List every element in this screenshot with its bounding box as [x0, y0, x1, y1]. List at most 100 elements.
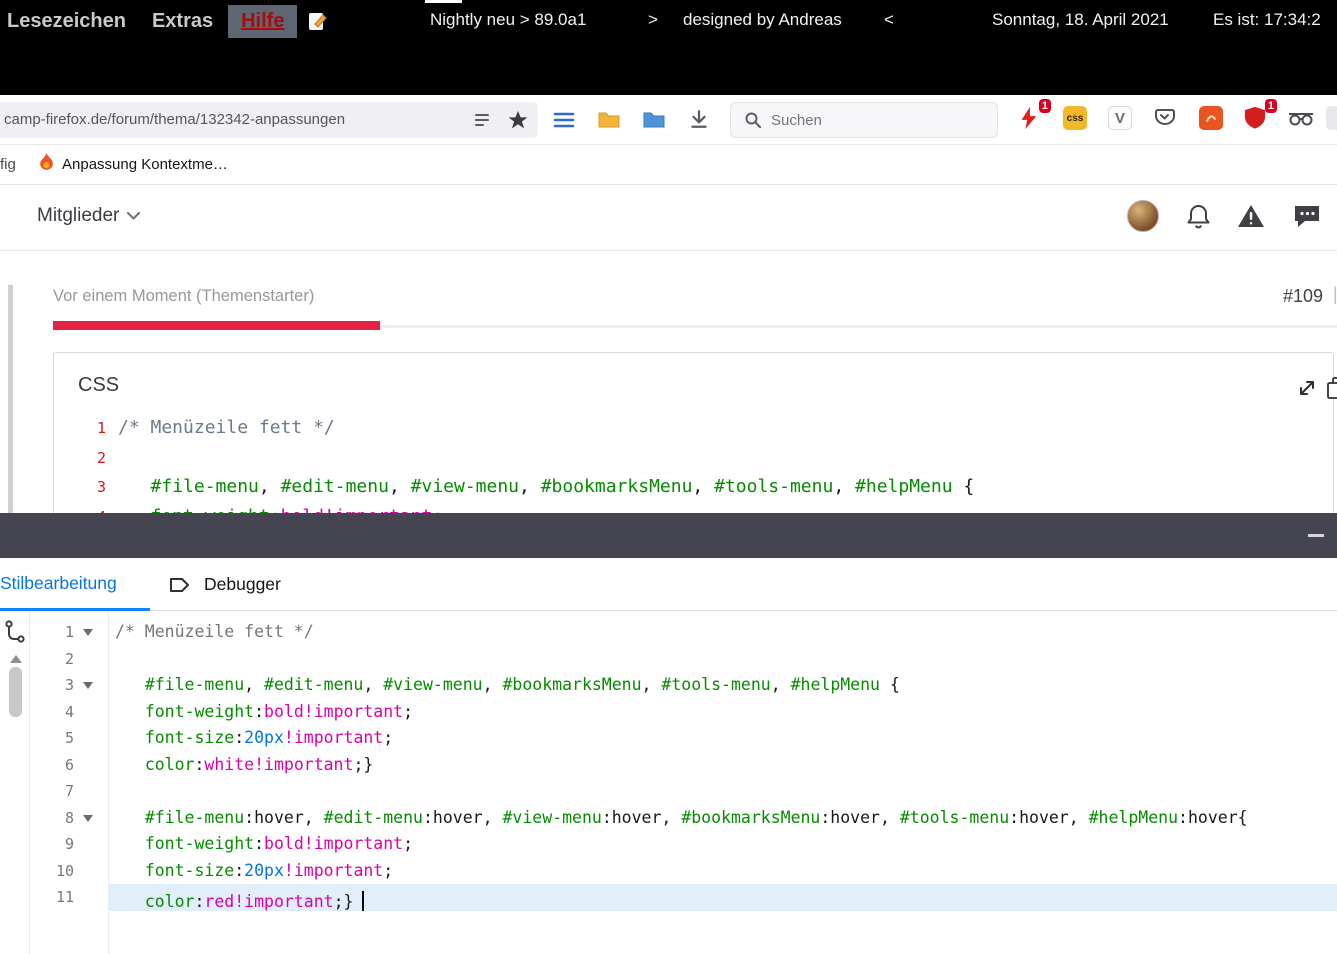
navigation-toolbar: camp-firefox.de/forum/thema/132342-anpas… [0, 95, 1337, 145]
fold-arrow-icon[interactable] [83, 629, 93, 636]
copy-icon[interactable] [1326, 376, 1337, 405]
line-number: 2 [30, 650, 74, 668]
scrollbar-thumb[interactable] [9, 667, 22, 717]
line-number: 11 [30, 888, 74, 906]
line-number: 6 [30, 756, 74, 774]
code-line[interactable]: 2 [30, 646, 1337, 673]
tab-label: Debugger [204, 574, 281, 595]
ublock-icon[interactable]: 1 [1240, 103, 1270, 133]
chat-icon[interactable] [1293, 203, 1321, 234]
fold-arrow-icon[interactable] [83, 682, 93, 689]
line-number: 1 [80, 419, 106, 437]
fold-arrow-icon[interactable] [83, 815, 93, 822]
title-separator-right: > [648, 10, 658, 30]
search-placeholder: Suchen [771, 112, 822, 129]
line-number: 10 [30, 862, 74, 880]
orange-ext-icon[interactable] [1196, 103, 1226, 133]
code-line[interactable]: 6 color:white!important;} [30, 752, 1337, 779]
menu-item-lesezeichen[interactable]: Lesezeichen [0, 5, 139, 38]
code-line[interactable]: 8 #file-menu:hover, #edit-menu:hover, #v… [30, 805, 1337, 832]
code-block-title: CSS [78, 374, 119, 397]
mask-ext-icon[interactable] [1286, 103, 1316, 133]
code-text: font-size:20px!important; [115, 728, 393, 747]
scroll-up-icon[interactable] [10, 655, 22, 663]
post-divider: | [1333, 284, 1337, 305]
code-line: 2 [54, 444, 1333, 474]
style-editor: 1/* Menüzeile fett */ 2 3 #file-menu, #edi… [30, 611, 1337, 954]
line-number: 7 [30, 782, 74, 800]
notes-icon[interactable] [307, 10, 329, 32]
title-clock: Es ist: 17:34:2 [1213, 10, 1321, 30]
code-text: font-weight:bold!important; [115, 834, 413, 853]
code-line[interactable]: 1/* Menüzeile fett */ [30, 619, 1337, 646]
code-text: color:red!important;} [115, 887, 364, 911]
stream-ext-icon[interactable]: 1 [1014, 103, 1044, 133]
expand-icon[interactable] [1297, 378, 1317, 403]
code-line: 1 /* Menüzeile fett */ [54, 414, 1333, 444]
css-ext-icon[interactable]: css [1060, 103, 1090, 133]
code-line[interactable]: 4 font-weight:bold!important; [30, 699, 1337, 726]
search-icon [744, 111, 762, 129]
code-text: /* Menüzeile fett */ [115, 622, 314, 641]
code-text: color:white!important;} [115, 755, 373, 774]
tab-label: Stilbearbeitung [0, 573, 117, 594]
code-text: #file-menu:hover, #edit-menu:hover, #vie… [115, 808, 1248, 827]
window-title-custom: designed by Andreas [683, 10, 842, 30]
nav-menu-mitglieder[interactable]: Mitglieder [37, 205, 140, 227]
minimize-icon[interactable] [1308, 534, 1324, 537]
devtools-titlebar [0, 513, 1337, 558]
window-title-app: Nightly neu > 89.0a1 [430, 10, 586, 30]
folder-yellow-icon[interactable] [597, 109, 621, 134]
titlebar: Lesezeichen Extras Hilfe Nightly neu > 8… [0, 0, 1337, 95]
warning-icon[interactable] [1237, 203, 1265, 234]
menu-item-hilfe[interactable]: Hilfe [228, 5, 297, 38]
flame-icon [38, 152, 55, 177]
code-text: font-weight:bold!important; [115, 702, 413, 721]
tab-stilbearbeitung[interactable]: Stilbearbeitung [0, 558, 150, 611]
text-cursor-icon [362, 891, 364, 911]
avatar[interactable] [1127, 200, 1159, 232]
menu-ext-icon[interactable] [1324, 103, 1337, 133]
line-number: 9 [30, 835, 74, 853]
chevron-down-icon [127, 212, 140, 220]
bookmark-star-icon[interactable] [508, 110, 528, 135]
folder-blue-icon[interactable] [642, 109, 666, 134]
line-number: 3 [80, 478, 106, 496]
pocket-icon[interactable] [1150, 103, 1180, 133]
library-icon[interactable] [553, 111, 575, 136]
code-line[interactable]: 7 [30, 778, 1337, 805]
downloads-icon[interactable] [689, 109, 709, 134]
code-text: #file-menu, #edit-menu, #view-menu, #boo… [118, 476, 974, 497]
menu-bar: Lesezeichen Extras Hilfe [0, 1, 329, 41]
bookmark-item[interactable]: Anpassung Kontextme… [38, 152, 228, 177]
tab-debugger[interactable]: Debugger [150, 558, 281, 611]
line-number: 3 [30, 676, 74, 694]
nav-menu-label: Mitglieder [37, 205, 119, 227]
code-line[interactable]: 11 color:red!important;} [30, 884, 1337, 911]
search-input[interactable]: Suchen [730, 102, 998, 138]
bell-icon[interactable] [1185, 203, 1212, 236]
code-line[interactable]: 3 #file-menu, #edit-menu, #view-menu, #b… [30, 672, 1337, 699]
source-list-icon[interactable] [3, 619, 27, 650]
bookmarks-toolbar: fig Anpassung Kontextme… [0, 146, 1337, 185]
url-bar[interactable]: camp-firefox.de/forum/thema/132342-anpas… [0, 102, 538, 138]
post-meta: Vor einem Moment (Themenstarter) [53, 287, 314, 306]
browser-window: Lesezeichen Extras Hilfe Nightly neu > 8… [0, 0, 1337, 954]
line-number: 8 [30, 809, 74, 827]
v-ext-icon[interactable]: V [1105, 103, 1135, 133]
code-text: font-size:20px!important; [115, 861, 393, 880]
active-tab-indicator [425, 0, 462, 3]
style-sheet-list-pane [0, 611, 30, 954]
menu-item-extras[interactable]: Extras [139, 5, 226, 38]
code-line[interactable]: 10 font-size:20px!important; [30, 858, 1337, 885]
code-line[interactable]: 5 font-size:20px!important; [30, 725, 1337, 752]
devtools-tabbar: Stilbearbeitung Debugger [0, 558, 1337, 611]
ublock-badge: 1 [1265, 99, 1277, 113]
bookmark-item-partial[interactable]: fig [0, 156, 16, 173]
line-number: 5 [30, 729, 74, 747]
code-line[interactable]: 9 font-weight:bold!important; [30, 831, 1337, 858]
reader-view-icon[interactable] [472, 110, 492, 135]
code-text: /* Menüzeile fett */ [118, 417, 335, 438]
devtools-panel: Stilbearbeitung Debugger 1/* Menüzeile f… [0, 513, 1337, 954]
post-number-link[interactable]: #109 [1283, 286, 1323, 307]
